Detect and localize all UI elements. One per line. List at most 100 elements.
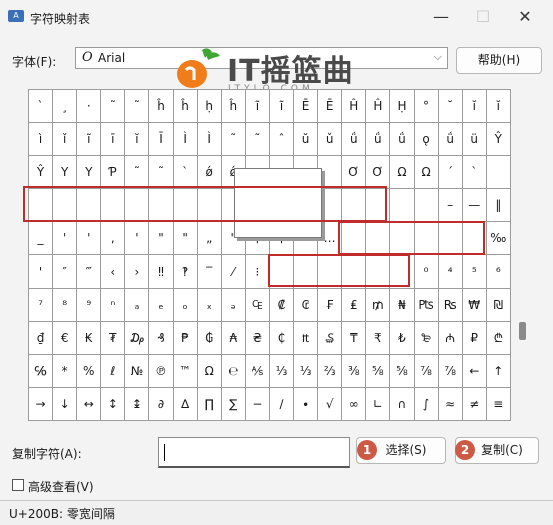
char-cell[interactable]: ∙ (294, 387, 319, 421)
char-cell[interactable]: ĭ (462, 90, 487, 124)
char-cell[interactable]: ‼ (149, 255, 174, 289)
char-cell[interactable]: Ω (414, 156, 439, 190)
char-cell[interactable]: ǿ (197, 156, 222, 190)
char-cell[interactable]: ℓ (101, 354, 126, 388)
char-cell[interactable]: ḥ (197, 90, 222, 124)
char-cell[interactable]: ĭ (125, 123, 150, 157)
char-cell[interactable]: · (77, 90, 102, 124)
char-cell[interactable]: ǘ (438, 123, 463, 157)
char-cell[interactable]: ⅞ (438, 354, 463, 388)
char-cell[interactable]: Ì (197, 123, 222, 157)
char-cell[interactable]: № (125, 354, 150, 388)
char-cell[interactable]: ↑ (486, 354, 511, 388)
char-cell[interactable]: Ƥ (101, 156, 126, 190)
char-cell[interactable]: ǘ (342, 123, 367, 157)
char-cell[interactable]: ‴ (77, 255, 102, 289)
char-cell[interactable]: ⅓ (269, 354, 295, 388)
char-cell[interactable]: ' (77, 222, 102, 256)
char-cell[interactable]: ₰ (149, 321, 174, 355)
char-cell[interactable]: ⁝ (245, 255, 270, 289)
char-cell[interactable]: ˜ (125, 156, 150, 190)
char-cell[interactable]: ≠ (462, 387, 487, 421)
char-cell[interactable]: ₔ (221, 288, 246, 322)
char-cell[interactable]: ` (462, 156, 487, 190)
char-cell[interactable]: Ĥ (366, 90, 391, 124)
char-cell[interactable]: ˜ (101, 90, 126, 124)
char-cell[interactable]: ≡ (486, 387, 511, 421)
char-cell[interactable]: ˜ (245, 123, 270, 157)
char-cell[interactable]: Ē (318, 90, 343, 124)
char-cell[interactable]: ∩ (390, 387, 415, 421)
char-cell[interactable]: Ơ (366, 156, 391, 190)
char-cell[interactable]: Ì (173, 123, 198, 157)
char-cell[interactable]: ₦ (390, 288, 415, 322)
char-cell[interactable]: ₧ (414, 288, 439, 322)
char-cell[interactable]: ₺ (390, 321, 415, 355)
char-cell[interactable]: ₴ (245, 321, 270, 355)
char-cell[interactable]: ₱ (173, 321, 198, 355)
char-cell[interactable]: ₥ (366, 288, 391, 322)
char-cell[interactable]: _ (29, 222, 54, 256)
char-cell[interactable]: ˜ (125, 90, 150, 124)
char-cell[interactable]: Ω (390, 156, 415, 190)
char-cell[interactable]: ŭ (294, 123, 319, 157)
char-cell[interactable]: ∟ (366, 387, 391, 421)
char-cell[interactable]: ' (29, 255, 54, 289)
char-cell[interactable]: ‾ (197, 255, 222, 289)
char-cell[interactable]: ⅍ (245, 354, 270, 388)
char-cell[interactable]: ₓ (197, 288, 222, 322)
char-cell[interactable]: ⁄ (221, 255, 246, 289)
char-cell[interactable]: ˆ (269, 123, 295, 157)
maximize-button[interactable]: ☐ (463, 4, 503, 30)
char-cell[interactable]: ü (462, 123, 487, 157)
char-cell[interactable]: ″ (53, 255, 78, 289)
char-cell[interactable]: ₒ (173, 288, 198, 322)
char-cell[interactable]: ´ (438, 156, 463, 190)
char-cell[interactable]: Ī (149, 123, 174, 157)
char-cell[interactable]: ₐ (125, 288, 150, 322)
char-cell[interactable]: ℮ (221, 354, 246, 388)
char-cell[interactable]: ↕ (101, 387, 126, 421)
char-cell[interactable]: ≈ (438, 387, 463, 421)
char-cell[interactable] (414, 189, 439, 223)
char-cell[interactable]: ₽ (462, 321, 487, 355)
char-cell[interactable]: ₮ (101, 321, 126, 355)
char-cell[interactable]: Υ (77, 156, 102, 190)
char-cell[interactable]: € (53, 321, 78, 355)
char-cell[interactable]: ⅜ (342, 354, 367, 388)
char-cell[interactable]: ℗ (149, 354, 174, 388)
char-cell[interactable]: ǔ (318, 123, 343, 157)
char-cell[interactable]: – (438, 189, 463, 223)
char-cell[interactable]: ¸ (53, 90, 78, 124)
char-cell[interactable]: Ĥ (342, 90, 367, 124)
help-button[interactable]: 帮助(H) (456, 47, 542, 74)
char-cell[interactable] (390, 189, 415, 223)
char-cell[interactable]: ₫ (29, 321, 54, 355)
char-cell[interactable]: √ (318, 387, 343, 421)
char-cell[interactable]: ⁵ (462, 255, 487, 289)
char-cell[interactable]: › (125, 255, 150, 289)
char-cell[interactable]: ℅ (29, 354, 54, 388)
char-cell[interactable]: ' (53, 222, 78, 256)
char-cell[interactable]: ⁶ (486, 255, 511, 289)
char-cell[interactable]: − (245, 387, 270, 421)
char-cell[interactable]: " (149, 222, 174, 256)
char-cell[interactable]: ₷ (318, 321, 343, 355)
char-cell[interactable]: ₹ (366, 321, 391, 355)
char-cell[interactable]: ˜ (221, 123, 246, 157)
char-cell[interactable]: ₡ (269, 288, 295, 322)
char-cell[interactable]: ₨ (438, 288, 463, 322)
close-button[interactable]: ✕ (505, 4, 545, 30)
char-cell[interactable]: ǐ (53, 123, 78, 157)
char-cell[interactable]: Ŷ (29, 156, 54, 190)
char-cell[interactable]: ĩ (269, 90, 295, 124)
char-cell[interactable]: ĩ (77, 123, 102, 157)
char-cell[interactable]: ⅔ (318, 354, 343, 388)
char-cell[interactable]: ∕ (269, 387, 295, 421)
char-cell[interactable]: Ē (294, 90, 319, 124)
char-cell[interactable]: " (173, 222, 198, 256)
char-cell[interactable]: ↓ (53, 387, 78, 421)
char-cell[interactable]: ī (101, 123, 126, 157)
char-cell[interactable]: ⁿ (101, 288, 126, 322)
char-cell[interactable]: ∑ (221, 387, 246, 421)
